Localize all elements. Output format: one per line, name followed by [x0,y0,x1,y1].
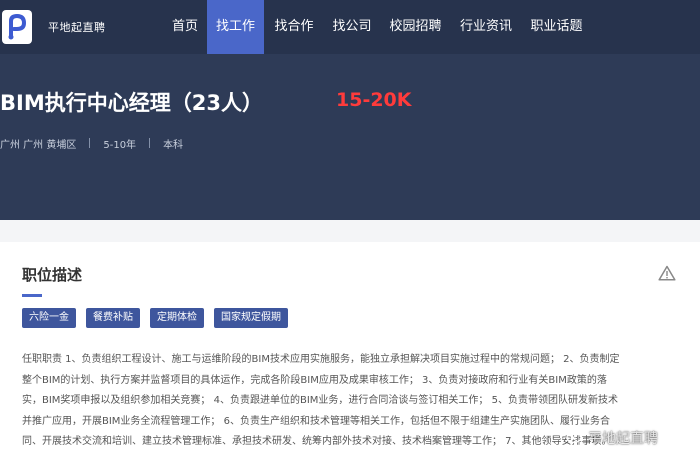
brand-logo-icon[interactable] [2,10,32,44]
job-title: BIM执行中心经理（23人） [0,91,263,115]
content-area: 职位描述 六险一金 餐费补贴 定期体检 国家规定假期 任职职责 1、负责组织工程… [0,220,700,454]
watermark-text: 平地起直聘 [588,431,658,447]
benefit-tag: 定期体检 [150,308,204,328]
top-navbar: 平地起直聘 首页 找工作 找合作 找公司 校园招聘 行业资讯 职业话题 [0,0,700,54]
brand-name[interactable]: 平地起直聘 [48,19,106,35]
job-header: BIM执行中心经理（23人） 15-20K 广州 广州 黄埔区 5-10年 本科 [0,54,700,220]
job-description-card: 职位描述 六险一金 餐费补贴 定期体检 国家规定假期 任职职责 1、负责组织工程… [0,242,700,454]
warning-triangle-icon[interactable] [658,265,676,285]
watermark: 平地起直聘 [566,428,658,448]
benefit-tag: 六险一金 [22,308,76,328]
section-title: 职位描述 [22,266,83,284]
job-location: 广州 广州 黄埔区 [0,139,77,151]
salary: 15-20K [336,89,412,111]
nav-campus-recruitment[interactable]: 校园招聘 [389,0,442,54]
job-experience: 5-10年 [103,139,137,151]
meta-divider [89,138,91,148]
section-title-underline [22,294,42,297]
nav-home[interactable]: 首页 [170,0,200,54]
benefit-tag: 国家规定假期 [214,308,288,328]
nav-industry-news[interactable]: 行业资讯 [459,0,513,54]
job-meta: 广州 广州 黄埔区 5-10年 本科 [0,136,184,151]
meta-divider [149,138,151,148]
nav-career-topics[interactable]: 职业话题 [530,0,583,54]
nav-find-companies[interactable]: 找公司 [331,0,373,54]
benefit-tags: 六险一金 餐费补贴 定期体检 国家规定假期 [22,308,298,328]
job-education: 本科 [163,139,184,151]
weibo-icon [566,429,584,447]
nav-find-cooperation[interactable]: 找合作 [274,0,314,54]
nav-find-jobs[interactable]: 找工作 [207,0,264,54]
benefit-tag: 餐费补贴 [86,308,140,328]
